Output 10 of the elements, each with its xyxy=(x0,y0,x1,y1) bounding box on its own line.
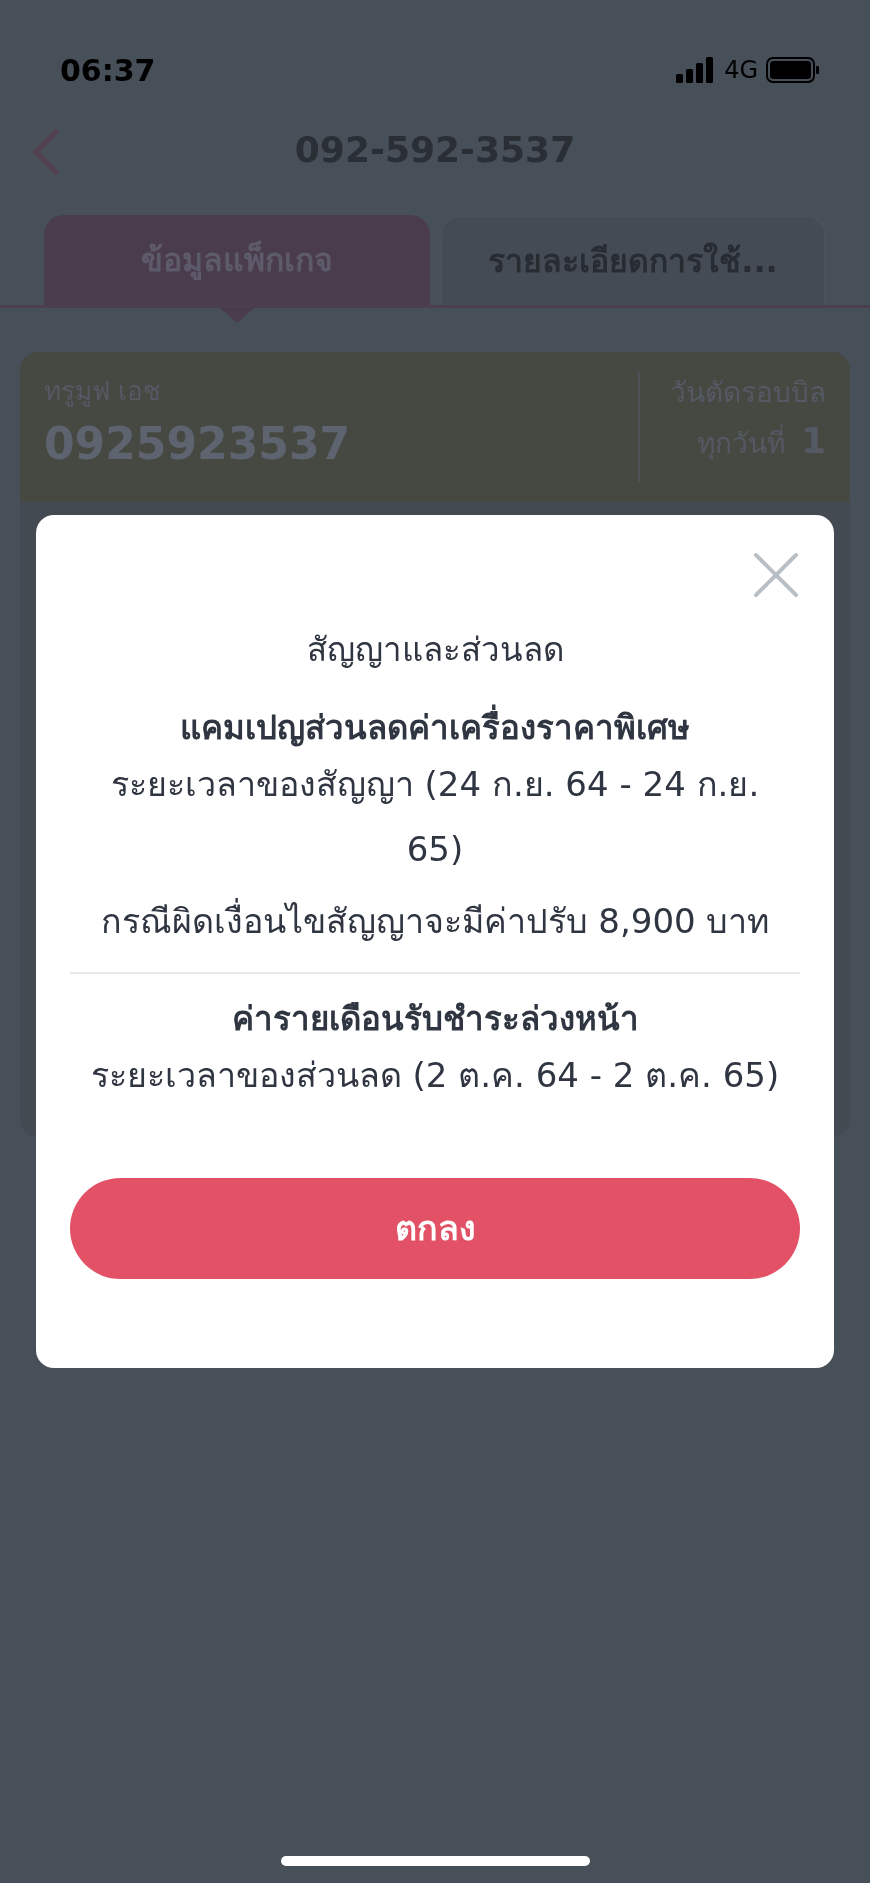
detail-text: กรณีผิดเงื่อนไขสัญญาจะมีค่าปรับ 8,900 บาท xyxy=(70,889,800,954)
detail-text: ระยะเวลาของสัญญา (24 ก.ย. 64 - 24 ก.ย. 65) xyxy=(109,763,761,871)
dialog-title: สัญญาและส่วนลด xyxy=(305,629,565,671)
section-heading: ค่ารายเดือนรับชำระล่วงหน้า xyxy=(230,997,640,1040)
ok-button[interactable]: ตกลง xyxy=(70,1177,800,1279)
battery-icon xyxy=(766,57,820,83)
detail-text: ระยะเวลาของส่วนลด (2 ต.ค. 64 - 2 ต.ค. 65) xyxy=(89,1054,781,1098)
network-type: 4G xyxy=(724,55,758,86)
section-heading: แคมเปญส่วนลดค่าเครื่องราคาพิเศษ xyxy=(70,702,800,752)
clock-time: 06:37 xyxy=(60,51,156,90)
